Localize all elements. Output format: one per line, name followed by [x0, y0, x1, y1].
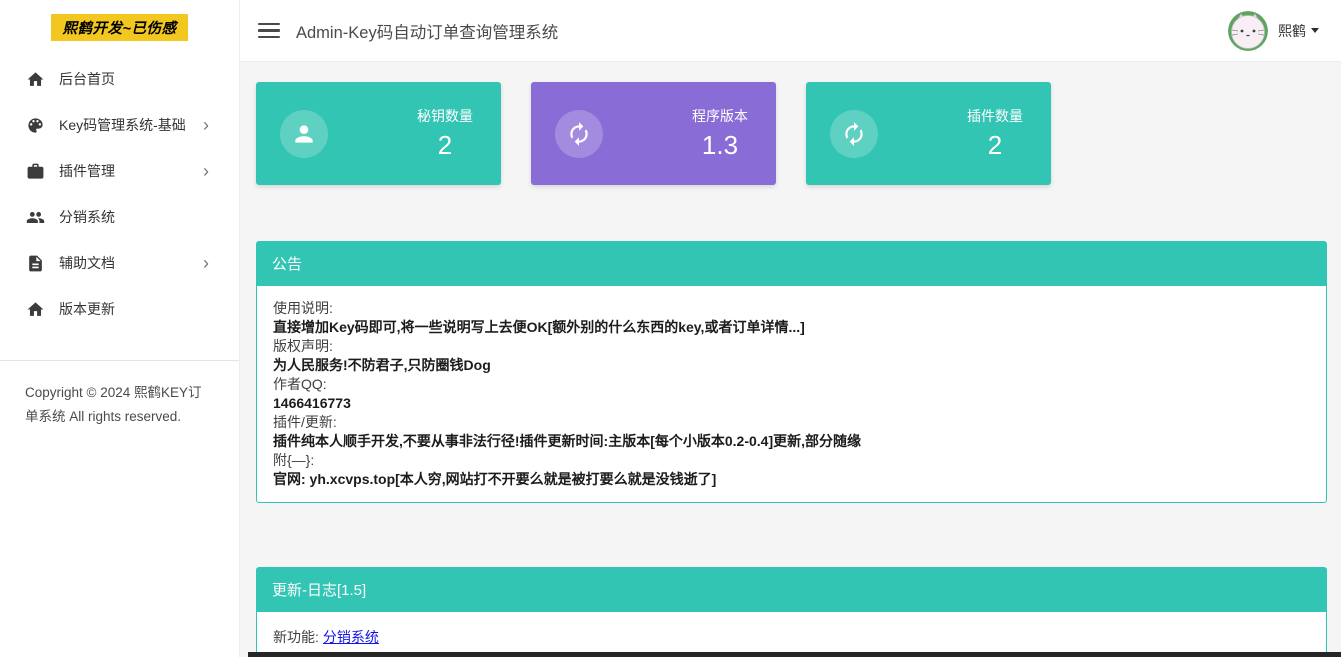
announcement-panel: 公告 使用说明: 直接增加Key码即可,将一些说明写上去便OK[额外别的什么东西… — [256, 241, 1327, 503]
bottom-dark-strip — [248, 652, 1341, 657]
sidebar-item-label: 插件管理 — [59, 161, 115, 181]
app-window: 熙鹤开发~已伤感 后台首页 Key码管理系统-基础 › 插件管理 — [0, 0, 1341, 657]
sidebar: 熙鹤开发~已伤感 后台首页 Key码管理系统-基础 › 插件管理 — [0, 0, 240, 657]
sidebar-item-help-docs[interactable]: 辅助文档 › — [0, 240, 239, 286]
page-title: Admin-Key码自动订单查询管理系统 — [296, 19, 558, 43]
chevron-right-icon: › — [203, 164, 209, 178]
group-icon — [25, 207, 45, 227]
stat-label: 程序版本 — [692, 106, 748, 126]
stat-value: 2 — [967, 130, 1023, 161]
announcement-line: 附{—}: — [273, 451, 1310, 470]
announcement-line: 1466416773 — [273, 394, 1310, 413]
cat-avatar — [1228, 11, 1268, 51]
copyright-text: Copyright © 2024 熙鹤KEY订单系统 All rights re… — [25, 381, 213, 429]
announcement-line: 作者QQ: — [273, 375, 1310, 394]
sidebar-divider — [0, 360, 239, 361]
announcement-line: 版权声明: — [273, 337, 1310, 356]
sidebar-item-plugin-management[interactable]: 插件管理 › — [0, 148, 239, 194]
announcement-line: 直接增加Key码即可,将一些说明写上去便OK[额外别的什么东西的key,或者订单… — [273, 318, 1310, 337]
sidebar-item-version-update[interactable]: 版本更新 — [0, 286, 239, 332]
changelog-panel: 更新-日志[1.5] 新功能:分销系统 — [256, 567, 1327, 657]
stat-cards-row: 秘钥数量 2 程序版本 1.3 — [256, 82, 1327, 185]
stat-value: 1.3 — [692, 130, 748, 161]
palette-icon — [25, 115, 45, 135]
announcement-line: 插件纯本人顺手开发,不要从事非法行径!插件更新时间:主版本[每个小版本0.2-0… — [273, 432, 1310, 451]
sync-icon — [830, 110, 878, 158]
sidebar-item-label: Key码管理系统-基础 — [59, 115, 186, 135]
sidebar-item-distribution-system[interactable]: 分销系统 — [0, 194, 239, 240]
home-icon — [25, 69, 45, 89]
logo-container: 熙鹤开发~已伤感 — [0, 0, 239, 41]
stat-value: 2 — [417, 130, 473, 161]
person-icon — [280, 110, 328, 158]
chevron-right-icon: › — [203, 256, 209, 270]
app-logo: 熙鹤开发~已伤感 — [51, 14, 189, 41]
content-column: Admin-Key码自动订单查询管理系统 熙鹤 — [240, 0, 1341, 657]
stat-card-key-count: 秘钥数量 2 — [256, 82, 501, 185]
menu-toggle-button[interactable] — [258, 23, 280, 39]
stat-card-plugin-count: 插件数量 2 — [806, 82, 1051, 185]
sidebar-item-keycode-management[interactable]: Key码管理系统-基础 › — [0, 102, 239, 148]
sidebar-item-label: 分销系统 — [59, 207, 115, 227]
announcement-line: 使用说明: — [273, 299, 1310, 318]
main-content: 秘钥数量 2 程序版本 1.3 — [240, 62, 1341, 657]
stat-label: 秘钥数量 — [417, 106, 473, 126]
announcement-line: 插件/更新: — [273, 413, 1310, 432]
home-icon — [25, 299, 45, 319]
sync-icon — [555, 110, 603, 158]
top-header: Admin-Key码自动订单查询管理系统 熙鹤 — [240, 0, 1341, 62]
changelog-title: 更新-日志[1.5] — [256, 567, 1327, 612]
announcement-body: 使用说明: 直接增加Key码即可,将一些说明写上去便OK[额外别的什么东西的ke… — [256, 286, 1327, 503]
distribution-system-link[interactable]: 分销系统 — [323, 629, 379, 645]
stat-card-program-version: 程序版本 1.3 — [531, 82, 776, 185]
changelog-entry-prefix: 新功能: — [273, 629, 319, 645]
chevron-down-icon — [1311, 28, 1319, 33]
stat-label: 插件数量 — [967, 106, 1023, 126]
sidebar-item-label: 辅助文档 — [59, 253, 115, 273]
announcement-title: 公告 — [256, 241, 1327, 286]
sidebar-item-dashboard[interactable]: 后台首页 — [0, 56, 239, 102]
chevron-right-icon: › — [203, 118, 209, 132]
user-name: 熙鹤 — [1278, 21, 1306, 41]
user-menu[interactable]: 熙鹤 — [1228, 11, 1319, 51]
announcement-line: 为人民服务!不防君子,只防圈钱Dog — [273, 356, 1310, 375]
changelog-body: 新功能:分销系统 — [256, 612, 1327, 657]
changelog-entry: 新功能:分销系统 — [273, 628, 1310, 647]
sidebar-item-label: 后台首页 — [59, 69, 115, 89]
announcement-line: 官网: yh.xcvps.top[本人穷,网站打不开要么就是被打要么就是没钱逝了… — [273, 470, 1310, 489]
sidebar-menu: 后台首页 Key码管理系统-基础 › 插件管理 › 分销 — [0, 56, 239, 332]
sidebar-item-label: 版本更新 — [59, 299, 115, 319]
briefcase-icon — [25, 161, 45, 181]
document-icon — [25, 253, 45, 273]
